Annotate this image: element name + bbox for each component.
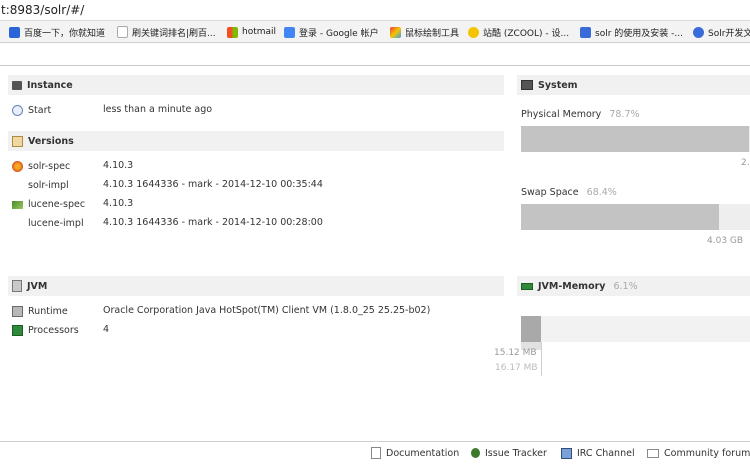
jvm-header: JVM (8, 276, 504, 296)
runtime-row: Runtime (12, 304, 68, 318)
processors-label: Processors (28, 324, 79, 336)
documentation-link[interactable]: Documentation (371, 446, 459, 460)
java-icon (12, 280, 22, 292)
jvm-memory-percent: 6.1% (613, 280, 638, 292)
processor-icon (12, 324, 23, 336)
section-title: JVM (27, 280, 48, 292)
bookmark-label: 站酷 (ZCOOL) - 设... (483, 28, 570, 39)
version-label: solr-spec (28, 160, 71, 172)
physical-memory-title: Physical Memory (521, 109, 602, 120)
baidu-icon (9, 26, 20, 38)
swap-space-title: Swap Space (521, 187, 579, 198)
runtime-label: Runtime (28, 305, 68, 317)
bookmark-keyword-rank[interactable]: 刷关键词排名|刷百... (117, 25, 216, 39)
jvm-memory-marker (541, 342, 542, 376)
zcool-icon (468, 26, 479, 38)
physical-memory-value: 2. (741, 158, 750, 168)
physical-memory-label: Physical Memory 78.7% (521, 109, 640, 120)
chat-icon (561, 447, 572, 459)
footer-divider (0, 441, 750, 442)
memory-icon (521, 282, 533, 290)
colorful-icon (390, 26, 401, 38)
bookmark-zcool[interactable]: 站酷 (ZCOOL) - 设... (468, 25, 569, 39)
physical-memory-fill (521, 126, 750, 152)
version-label: lucene-spec (28, 198, 86, 210)
clock-icon (12, 104, 23, 116)
link-label: Community forum (664, 447, 750, 459)
link-label: IRC Channel (577, 447, 635, 459)
start-row: Start (12, 103, 51, 117)
bookmark-solr-dev[interactable]: Solr开发文 (693, 25, 750, 39)
lucene-icon (12, 201, 23, 209)
irc-channel-link[interactable]: IRC Channel (561, 446, 635, 460)
bookmark-label: 鼠标绘制工具 (405, 28, 460, 39)
bookmark-label: hotmail (242, 27, 277, 37)
versions-icon (12, 135, 23, 147)
processors-row: Processors (12, 323, 79, 337)
bug-icon (471, 448, 480, 458)
swap-space-value: 4.03 GB (707, 236, 744, 246)
version-value: 4.10.3 1644336 - mark - 2014-12-10 00:35… (103, 179, 323, 190)
document-icon (371, 447, 381, 459)
processors-value: 4 (103, 324, 110, 335)
version-row: lucene-impl (28, 216, 84, 230)
windows-icon (227, 26, 238, 38)
section-title: JVM-Memory (538, 280, 606, 292)
bookmark-baidu[interactable]: 百度一下，你就知道 (9, 25, 105, 39)
bookmark-label: Solr开发文 (708, 28, 750, 39)
community-forum-link[interactable]: Community forum (647, 446, 750, 460)
versions-header: Versions (8, 131, 504, 151)
system-header: System (517, 75, 750, 95)
jvm-memory-total: 16.17 MB (495, 363, 538, 373)
swap-space-label: Swap Space 68.4% (521, 187, 617, 198)
runtime-icon (12, 305, 23, 317)
page-icon (117, 26, 128, 38)
version-value: 4.10.3 (103, 160, 134, 171)
jvm-memory-used: 15.12 MB (494, 348, 537, 358)
issue-tracker-link[interactable]: Issue Tracker (471, 446, 547, 460)
bookmark-mouse-draw[interactable]: 鼠标绘制工具 (390, 25, 459, 39)
jvm-memory-bar-used (521, 316, 541, 342)
bookmark-label: solr 的使用及安装 -... (595, 28, 683, 39)
bookmarks-bar: 百度一下，你就知道 刷关键词排名|刷百... hotmail 登录 - Goog… (0, 21, 750, 43)
header-divider (0, 65, 750, 66)
address-bar[interactable]: t:8983/solr/#/ (0, 0, 750, 21)
bookmark-hotmail[interactable]: hotmail (227, 25, 276, 39)
physical-memory-percent: 78.7% (609, 109, 640, 120)
url-text: t:8983/solr/#/ (1, 3, 85, 17)
instance-icon (12, 80, 22, 90)
version-value: 4.10.3 (103, 198, 134, 209)
runtime-value: Oracle Corporation Java HotSpot(TM) Clie… (103, 305, 431, 316)
bookmark-solr-install[interactable]: solr 的使用及安装 -... (580, 25, 683, 39)
version-row: lucene-spec (12, 197, 85, 211)
swap-space-fill (521, 204, 720, 230)
system-icon (521, 80, 533, 90)
link-label: Issue Tracker (485, 447, 547, 459)
start-value: less than a minute ago (103, 104, 213, 115)
section-title: System (538, 79, 578, 91)
bookmark-label: 登录 - Google 帐户 (299, 28, 379, 39)
solr-icon (12, 160, 23, 172)
version-label: solr-impl (28, 179, 69, 191)
bookmark-label: 百度一下，你就知道 (24, 28, 106, 39)
version-label: lucene-impl (28, 217, 84, 229)
c-icon (580, 26, 591, 38)
mail-icon (647, 448, 659, 458)
start-label: Start (28, 104, 52, 116)
section-title: Versions (28, 135, 74, 147)
link-label: Documentation (386, 447, 460, 459)
section-title: Instance (27, 79, 73, 91)
version-value: 4.10.3 1644336 - mark - 2014-12-10 00:28… (103, 217, 323, 228)
jvm-memory-header: JVM-Memory 6.1% (517, 276, 750, 296)
instance-header: Instance (8, 75, 504, 95)
version-row: solr-spec (12, 159, 70, 173)
bookmark-google-login[interactable]: 登录 - Google 帐户 (284, 25, 379, 39)
search-icon (693, 26, 704, 38)
bookmark-label: 刷关键词排名|刷百... (132, 28, 216, 39)
google-icon (284, 26, 295, 38)
jvm-memory-bar-free (541, 316, 750, 342)
version-row: solr-impl (28, 178, 69, 192)
swap-space-percent: 68.4% (586, 187, 617, 198)
